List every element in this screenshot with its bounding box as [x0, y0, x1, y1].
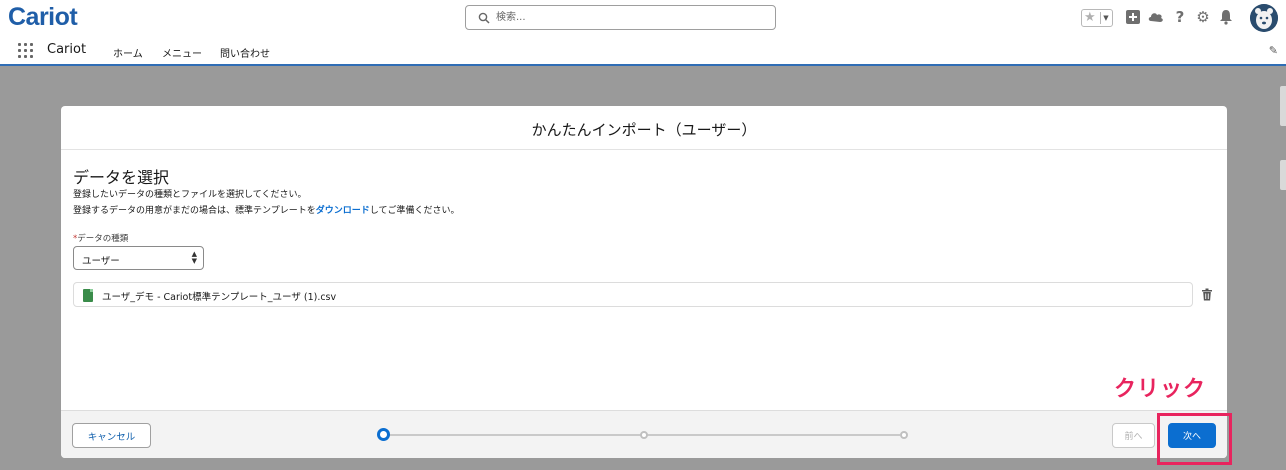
avatar[interactable]: [1250, 4, 1278, 32]
modal-footer: キャンセル 前へ 次へ: [61, 410, 1227, 458]
cariot-logo[interactable]: Cariot: [8, 3, 78, 32]
click-annotation-text: クリック: [1114, 377, 1207, 402]
search-icon: [478, 12, 490, 24]
up-down-arrows-icon: ▲ ▼: [191, 250, 197, 265]
progress-step-3[interactable]: [900, 431, 908, 439]
nav-item-inquiry[interactable]: 問い合わせ: [220, 45, 270, 60]
cloud-icon: [1148, 13, 1163, 22]
data-type-label-text: データの種類: [77, 234, 129, 244]
nav-item-home[interactable]: ホーム: [113, 45, 143, 60]
progress-step-1[interactable]: [377, 428, 390, 441]
app-name: Cariot: [47, 42, 87, 57]
global-search[interactable]: [465, 5, 776, 30]
gear-icon[interactable]: ⚙: [1194, 8, 1212, 26]
cancel-button[interactable]: キャンセル: [72, 423, 151, 448]
csv-file-icon: [83, 289, 93, 302]
bell-icon[interactable]: [1217, 8, 1235, 26]
trash-icon[interactable]: [1201, 288, 1213, 301]
trailhead-button[interactable]: [1147, 8, 1165, 26]
progress-indicator: [377, 427, 909, 443]
scroll-edge: [1280, 86, 1286, 126]
previous-button[interactable]: 前へ: [1112, 423, 1155, 448]
star-icon: ★: [1084, 10, 1096, 25]
section-title: データを選択: [73, 168, 170, 187]
modal-body: データを選択 登録したいデータの種類とファイルを選択してください。 登録するデー…: [61, 150, 1227, 410]
global-actions-button[interactable]: [1124, 8, 1142, 26]
data-type-select[interactable]: ユーザー ▲ ▼: [73, 246, 204, 270]
import-modal: かんたんインポート（ユーザー） データを選択 登録したいデータの種類とファイルを…: [61, 106, 1227, 458]
modal-title: かんたんインポート（ユーザー）: [531, 121, 757, 139]
data-type-label: *データの種類: [73, 232, 128, 244]
uploaded-file-row: ユーザ_デモ - Cariot標準テンプレート_ユーザ (1).csv: [73, 282, 1193, 307]
favorites-button[interactable]: ★ ▼: [1081, 9, 1113, 27]
nav-bar: Cariot ホーム メニュー 問い合わせ ✎: [0, 38, 1286, 66]
search-input[interactable]: [496, 8, 766, 27]
add-icon: [1126, 10, 1140, 24]
file-name: ユーザ_デモ - Cariot標準テンプレート_ユーザ (1).csv: [102, 292, 337, 303]
global-header: Cariot ★ ▼ ? ⚙: [0, 0, 1286, 38]
description-text: 登録したいデータの種類とファイルを選択してください。: [73, 190, 307, 200]
template-description: 登録するデータの用意がまだの場合は、標準テンプレートをダウンロードしてご準備くだ…: [73, 203, 459, 216]
click-annotation-box: [1157, 413, 1232, 465]
pencil-icon[interactable]: ✎: [1269, 44, 1278, 57]
scroll-edge: [1280, 160, 1286, 190]
help-icon[interactable]: ?: [1171, 8, 1189, 26]
app-launcher-icon[interactable]: [18, 43, 34, 59]
chevron-down-icon[interactable]: ▼: [1100, 12, 1111, 24]
data-type-value: ユーザー: [82, 256, 120, 267]
download-link[interactable]: ダウンロード: [316, 206, 370, 216]
description-suffix: してご準備ください。: [369, 206, 460, 216]
description-prefix: 登録するデータの用意がまだの場合は、標準テンプレートを: [73, 206, 316, 216]
nav-item-menu[interactable]: メニュー: [162, 45, 202, 60]
modal-header: かんたんインポート（ユーザー）: [61, 106, 1227, 150]
progress-step-2[interactable]: [640, 431, 648, 439]
